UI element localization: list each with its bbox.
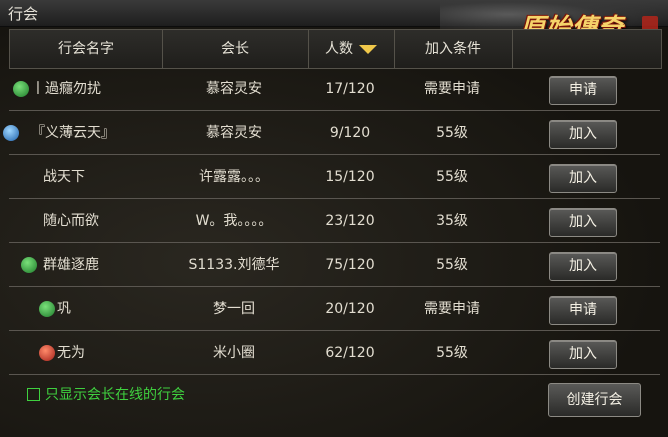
guild-leader: 慕容灵安 xyxy=(206,81,262,97)
header-condition[interactable]: 加入条件 xyxy=(394,30,513,68)
guild-members: 62/120 xyxy=(325,345,375,361)
guild-join-condition: 需要申请 xyxy=(424,301,480,317)
guild-emblem-icon xyxy=(21,257,37,273)
header-members[interactable]: 人数 xyxy=(308,30,395,68)
guild-join-condition: 55级 xyxy=(436,257,468,273)
join-button[interactable]: 加入 xyxy=(549,208,617,237)
header-guild-name[interactable]: 行会名字 xyxy=(10,30,163,68)
table-header: 行会名字 会长 人数 加入条件 xyxy=(9,29,662,69)
guild-join-condition: 需要申请 xyxy=(424,81,480,97)
guild-row[interactable]: 群雄逐鹿 S1133.刘德华 75/120 55级 加入 xyxy=(9,244,660,287)
guild-members: 15/120 xyxy=(325,169,375,185)
guild-members: 9/120 xyxy=(329,125,371,141)
guild-members: 17/120 xyxy=(325,81,375,97)
guild-leader: W。我。。。。 xyxy=(195,213,273,229)
join-button[interactable]: 加入 xyxy=(549,120,617,149)
guild-emblem-icon xyxy=(3,125,19,141)
guild-leader: S1133.刘德华 xyxy=(188,257,280,273)
guild-row[interactable]: 战天下 许露露。。。 15/120 55级 加入 xyxy=(9,156,660,199)
guild-name: 『义薄云天』 xyxy=(31,125,115,141)
footer: 只显示会长在线的行会 创建行会 xyxy=(9,374,660,429)
guild-row[interactable]: 『义薄云天』 慕容灵安 9/120 55级 加入 xyxy=(3,112,660,155)
guild-members: 23/120 xyxy=(325,213,375,229)
guild-leader: 许露露。。。 xyxy=(199,169,269,185)
guild-emblem-icon xyxy=(39,345,55,361)
guild-emblem-icon xyxy=(13,81,29,97)
guild-join-condition: 35级 xyxy=(436,213,468,229)
guild-leader: 米小圈 xyxy=(213,345,255,361)
join-button[interactable]: 加入 xyxy=(549,164,617,193)
window-title: 行会 xyxy=(8,5,39,23)
guild-panel: 行会 原始傳奇 行会名字 会长 人数 加入条件 丨過癮勿扰 慕容灵安 17/120 需… xyxy=(0,0,668,437)
guild-join-condition: 55级 xyxy=(436,169,468,185)
join-button[interactable]: 加入 xyxy=(549,252,617,281)
guild-members: 20/120 xyxy=(325,301,375,317)
create-guild-button[interactable]: 创建行会 xyxy=(548,383,641,417)
apply-button[interactable]: 申请 xyxy=(549,296,617,325)
join-button[interactable]: 加入 xyxy=(549,340,617,369)
guild-leader: 慕容灵安 xyxy=(206,125,262,141)
apply-button[interactable]: 申请 xyxy=(549,76,617,105)
guild-row[interactable]: 随心而欲 W。我。。。。 23/120 35级 加入 xyxy=(9,200,660,243)
guild-leader: 梦一回 xyxy=(213,301,255,317)
sort-desc-icon xyxy=(359,44,377,54)
header-leader[interactable]: 会长 xyxy=(162,30,309,68)
guild-members: 75/120 xyxy=(325,257,375,273)
online-only-checkbox[interactable] xyxy=(27,388,40,401)
guild-row[interactable]: 丨過癮勿扰 慕容灵安 17/120 需要申请 申请 xyxy=(9,68,660,111)
guild-emblem-icon xyxy=(39,301,55,317)
online-only-label[interactable]: 只显示会长在线的行会 xyxy=(45,384,185,404)
guild-name: 丨過癮勿扰 xyxy=(31,81,101,97)
guild-join-condition: 55级 xyxy=(436,345,468,361)
guild-row[interactable]: 巩梦一回 20/120 需要申请 申请 xyxy=(9,288,660,331)
guild-row[interactable]: 无为 米小圈 62/120 55级 加入 xyxy=(9,332,660,375)
guild-join-condition: 55级 xyxy=(436,125,468,141)
